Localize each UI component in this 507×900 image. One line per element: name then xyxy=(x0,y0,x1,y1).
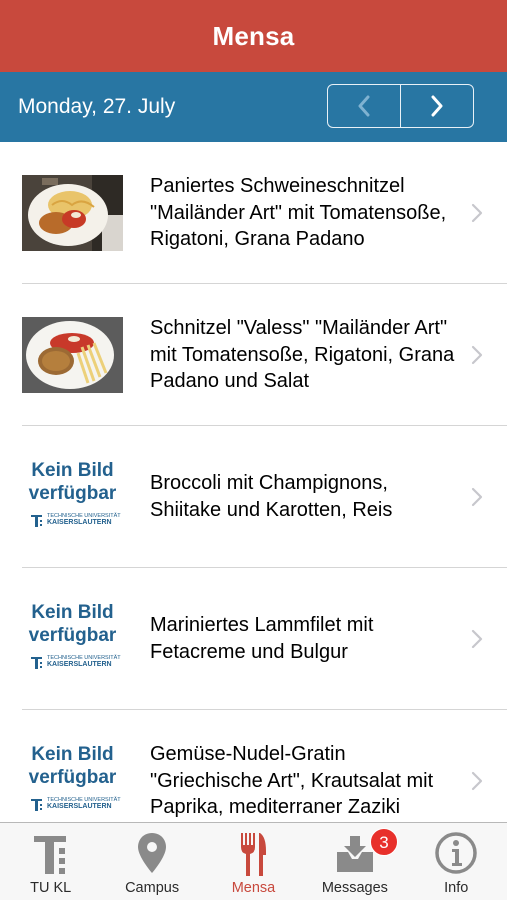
tab-label: Campus xyxy=(125,880,180,896)
no-image-text-line1: Kein Bild xyxy=(31,460,114,481)
tu-kaiserslautern-logo: TECHNISCHE UNIVERSITÄT KAISERSLAUTERN xyxy=(30,512,121,528)
date-navigation xyxy=(327,84,474,128)
meal-row[interactable]: Kein Bild verfügbar TECHNISCHE UNIVERSIT… xyxy=(0,568,507,710)
chevron-right-icon xyxy=(471,203,483,223)
chevron-left-icon xyxy=(358,95,370,117)
info-icon xyxy=(435,832,477,874)
chevron-right-icon xyxy=(431,95,443,117)
map-pin-icon xyxy=(138,833,167,873)
tab-label: TU KL xyxy=(30,880,72,896)
meal-name: Schnitzel "Valess" "Mailänder Art" mit T… xyxy=(150,317,455,392)
no-image-text-line1: Kein Bild xyxy=(31,602,114,623)
meal-row[interactable]: Kein Bild verfügbar TECHNISCHE UNIVERSIT… xyxy=(0,426,507,568)
previous-day-button[interactable] xyxy=(328,85,400,127)
tab-campus[interactable]: Campus xyxy=(101,823,202,900)
meal-name: Gemüse-Nudel-Gratin "Griechische Art", K… xyxy=(150,743,434,818)
no-image-placeholder: Kein Bild verfügbar TECHNISCHE UNIVERSIT… xyxy=(22,601,123,677)
meal-name: Paniertes Schweineschnitzel "Mailänder A… xyxy=(150,175,447,250)
tab-label: Mensa xyxy=(231,880,276,896)
meal-photo xyxy=(22,175,123,251)
date-bar: Monday, 27. July xyxy=(0,72,507,142)
next-day-button[interactable] xyxy=(400,85,473,127)
page-title: Mensa xyxy=(212,20,295,51)
meal-name: Mariniertes Lammfilet mit Fetacreme und … xyxy=(150,614,374,663)
meal-row[interactable]: Paniertes Schweineschnitzel "Mailänder A… xyxy=(0,142,507,284)
tab-tu-kl[interactable]: TU KL xyxy=(0,823,101,900)
navigation-bar: Mensa xyxy=(0,0,507,72)
date-label: Monday, 27. July xyxy=(18,95,176,118)
tab-label: Info xyxy=(444,880,469,896)
tab-bar: TU KL Campus Mensa Messages Info xyxy=(0,822,507,900)
chevron-right-icon xyxy=(471,345,483,365)
messages-badge: 3 xyxy=(370,828,398,856)
chevron-right-icon xyxy=(471,771,483,791)
schnitzel-photo xyxy=(22,175,123,251)
tu-logo-icon xyxy=(31,515,42,527)
tab-info[interactable]: Info xyxy=(406,823,507,900)
meal-list: Paniertes Schweineschnitzel "Mailänder A… xyxy=(0,142,507,822)
fork-knife-icon xyxy=(241,833,267,876)
no-image-text-line2: verfügbar xyxy=(28,483,117,504)
chevron-right-icon xyxy=(471,487,483,507)
no-image-placeholder: Kein Bild verfügbar TECHNISCHE UNIVERSIT… xyxy=(22,459,123,535)
tu-logo-icon xyxy=(31,657,42,669)
no-image-placeholder: Kein Bild verfügbar TECHNISCHE UNIVERSIT… xyxy=(22,743,123,819)
no-image-text-line2: verfügbar xyxy=(28,625,117,646)
tu-kaiserslautern-logo: TECHNISCHE UNIVERSITÄT KAISERSLAUTERN xyxy=(30,796,121,812)
meal-name: Broccoli mit Champignons, Shiitake und K… xyxy=(150,472,393,521)
meal-row[interactable]: Kein Bild verfügbar TECHNISCHE UNIVERSIT… xyxy=(0,710,507,822)
schnitzel-photo xyxy=(22,317,123,393)
no-image-text-line1: Kein Bild xyxy=(31,744,114,765)
tu-logo-icon xyxy=(31,799,42,811)
no-image-text-line2: verfügbar xyxy=(28,767,117,788)
tu-kaiserslautern-logo: TECHNISCHE UNIVERSITÄT KAISERSLAUTERN xyxy=(30,654,121,670)
tab-mensa[interactable]: Mensa xyxy=(203,823,304,900)
tu-kl-logo-icon xyxy=(33,836,66,874)
meal-row[interactable]: Schnitzel "Valess" "Mailänder Art" mit T… xyxy=(0,284,507,426)
chevron-right-icon xyxy=(471,629,483,649)
tab-label: Messages xyxy=(321,880,388,896)
meal-photo xyxy=(22,317,123,393)
